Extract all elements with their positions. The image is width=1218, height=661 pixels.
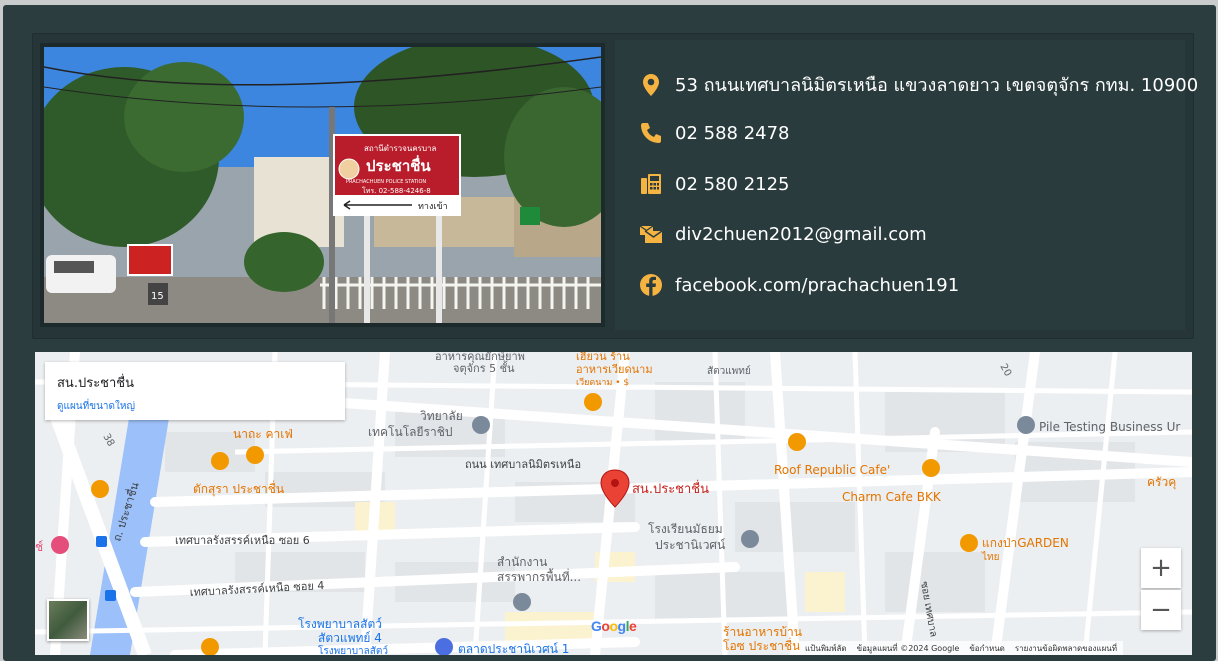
facebook-row: facebook.com/prachachuen191 — [639, 273, 959, 297]
email-row: div2chuen2012@gmail.com — [639, 222, 927, 246]
place-name: สน.ประชาชื่น — [57, 376, 135, 391]
revenue-label-1: สำนักงาน — [497, 555, 547, 569]
sign-name: ประชาชื่น — [366, 155, 431, 175]
map-attribution: แป้นพิมพ์ลัด ข้อมูลแผนที่ ©2024 Google ข… — [799, 641, 1124, 655]
contact-section: สถานีตำรวจนครบาล ประชาชื่น PRACHACHUEN P… — [3, 5, 1216, 661]
revenue-label-2: สรรพากรพื้นที่... — [497, 568, 581, 584]
top-food-label-2: จตุจักร 5 ชั้น — [453, 360, 515, 375]
station-photo: สถานีตำรวจนครบาล ประชาชื่น PRACHACHUEN P… — [44, 47, 601, 323]
vet-top-label: สัตวแพทย์ — [707, 365, 751, 377]
station-photo-frame: สถานีตำรวจนครบาล ประชาชื่น PRACHACHUEN P… — [40, 43, 605, 327]
pile-label: Pile Testing Business Ur — [1039, 420, 1180, 434]
roof-label: Roof Republic Cafe' — [774, 463, 890, 477]
krua-label: ครัวคุ — [1147, 475, 1176, 490]
street-sign: 15 — [151, 291, 164, 302]
sign-english: PRACHACHUEN POLICE STATION — [346, 179, 426, 185]
school-label-2: ประชานิเวศน์ — [655, 538, 725, 552]
map-pin-icon — [643, 73, 659, 96]
vet-label-3: โรงพยาบาลสัตว์ — [318, 644, 388, 655]
map-data-text: ข้อมูลแผนที่ ©2024 Google — [856, 643, 960, 653]
fax-row: 02 580 2125 — [639, 172, 790, 196]
address-text: 53 ถนนเทศบาลนิมิตรเหนือ แขวงลาดยาว เขตจต… — [675, 75, 1199, 96]
address-row: 53 ถนนเทศบาลนิมิตรเหนือ แขวงลาดยาว เขตจต… — [639, 70, 1198, 99]
facebook-icon — [640, 274, 662, 296]
college-label-1: วิทยาลัย — [420, 409, 463, 423]
fax-icon — [641, 174, 661, 194]
google-logo: Google — [591, 618, 637, 634]
vet-label-2: สัตวแพทย์ 4 — [318, 631, 382, 645]
view-larger-map-link[interactable]: ดูแผนที่ขนาดใหญ่ — [57, 399, 333, 414]
facebook-text[interactable]: facebook.com/prachachuen191 — [675, 275, 959, 296]
sign-phone: โทร. 02-588-4246-8 — [362, 186, 431, 195]
contact-card: สถานีตำรวจนครบาล ประชาชื่น PRACHACHUEN P… — [32, 33, 1198, 339]
charm-label: Charm Cafe BKK — [842, 490, 942, 504]
phone-row: 02 588 2478 — [639, 121, 790, 145]
thai-label: ไทย — [981, 551, 999, 563]
restaurant-label-1: ร้านอาหารบ้าน — [723, 625, 802, 639]
vet-label-1: โรงพยาบาลสัตว์ — [298, 617, 382, 631]
top-viet-label-3: เวียดนาม • $ — [576, 377, 629, 388]
top-viet-label-2: อาหารเวียดนาม — [576, 363, 653, 376]
terms-link[interactable]: ข้อกำหนด — [969, 642, 1005, 655]
market-label: ตลาดประชานิเวศน์ 1 — [458, 642, 569, 655]
mail-bulk-icon — [639, 225, 663, 243]
satellite-toggle[interactable] — [47, 599, 89, 641]
zoom-in-button[interactable]: + — [1141, 548, 1181, 588]
report-error-link[interactable]: รายงานข้อผิดพลาดของแผนที่ — [1015, 642, 1117, 655]
school-label-1: โรงเรียนมัธยม — [648, 522, 723, 536]
contact-info-panel: 53 ถนนเทศบาลนิมิตรเหนือ แขวงลาดยาว เขตจต… — [615, 40, 1198, 330]
place-card: สน.ประชาชื่น ดูแผนที่ขนาดใหญ่ — [45, 362, 345, 420]
email-text[interactable]: div2chuen2012@gmail.com — [675, 224, 927, 245]
road-label: ถนน เทศบาลนิมิตรเหนือ — [465, 458, 581, 471]
sign-entry: ทางเข้า — [418, 201, 448, 212]
nata-label: นาถะ คาเฟ่ — [233, 427, 293, 441]
fax-text: 02 580 2125 — [675, 173, 790, 195]
marker-label: สน.ประชาชื่น — [632, 480, 709, 497]
phone-text[interactable]: 02 588 2478 — [675, 123, 790, 144]
keyboard-shortcuts-link[interactable]: แป้นพิมพ์ลัด — [805, 642, 847, 655]
kaengpa-label: แกงป่าGARDEN — [982, 536, 1069, 550]
taksura-label: ตักสุรา ประชาชื่น — [193, 480, 284, 497]
google-map[interactable]: สน.ประชาชื่น ถนน เทศบาลนิมิตรเหนือ วิทยา… — [35, 352, 1192, 655]
top-viet-label-1: เฮียวน ร้าน — [576, 352, 630, 363]
restaurant-label-2: โอซ ประชาชื่น — [723, 637, 800, 653]
left-cut-label: ช์ — [35, 540, 43, 554]
phone-icon — [641, 123, 661, 143]
zoom-out-button[interactable]: − — [1141, 590, 1181, 630]
sign-title: สถานีตำรวจนครบาล — [364, 144, 437, 153]
college-label-2: เทคโนโลยีราชิป — [368, 425, 452, 439]
soi6-label: เทศบาลรังสรรค์เหนือ ซอย 6 — [175, 534, 310, 547]
